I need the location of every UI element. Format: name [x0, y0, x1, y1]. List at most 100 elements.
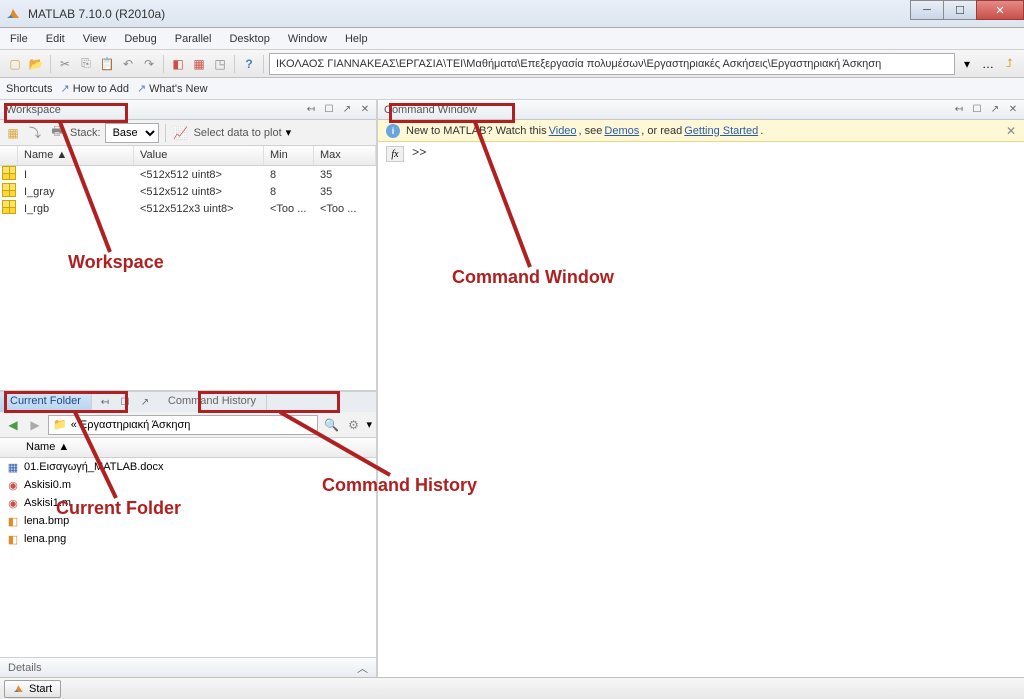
shortcut-icon: ↗ [60, 83, 69, 95]
plot-label[interactable]: Select data to plot [194, 127, 282, 139]
titlebar: MATLAB 7.10.0 (R2010a) ─ ☐ ✕ [0, 0, 1024, 28]
demos-link[interactable]: Demos [604, 125, 639, 137]
col-header-min[interactable]: Min [264, 146, 314, 165]
menu-help[interactable]: Help [345, 33, 368, 45]
annotation-box [389, 103, 515, 123]
gear-icon[interactable]: ⚙ [344, 416, 362, 434]
m-file-icon: ◉ [6, 478, 20, 492]
menu-window[interactable]: Window [288, 33, 327, 45]
variable-icon [2, 183, 16, 197]
workspace-row[interactable]: I <512x512 uint8> 8 35 [0, 166, 376, 183]
shortcut-howtoadd[interactable]: ↗How to Add [60, 82, 128, 95]
getting-started-link[interactable]: Getting Started [684, 125, 758, 137]
window-title: MATLAB 7.10.0 (R2010a) [28, 7, 165, 21]
m-file-icon: ◉ [6, 496, 20, 510]
matlab-icon [13, 683, 25, 695]
shortcut-whatsnew[interactable]: ↗What's New [137, 82, 208, 95]
stack-select[interactable]: Base [105, 123, 159, 143]
col-header-name[interactable]: Name ▲ [18, 146, 134, 165]
workspace-row[interactable]: I_rgb <512x512x3 uint8> <Too ... <Too ..… [0, 200, 376, 217]
panel-close-icon[interactable]: ✕ [358, 103, 372, 117]
up-folder-icon[interactable]: ⮥ [1000, 55, 1018, 73]
panel-close-icon[interactable]: ✕ [1006, 103, 1020, 117]
panel-maximize-icon[interactable]: ↗ [138, 395, 152, 409]
panel-expand-icon[interactable]: ↤ [952, 103, 966, 117]
guide-icon[interactable]: ▦ [190, 55, 208, 73]
info-banner: i New to MATLAB? Watch this Video , see … [378, 120, 1024, 142]
open-folder-icon[interactable]: 📂 [27, 55, 45, 73]
plot-icon[interactable]: 📈 [172, 124, 190, 142]
panel-maximize-icon[interactable]: ↗ [988, 103, 1002, 117]
current-folder-breadcrumb[interactable]: 📁 « Εργαστηριακή Άσκηση [48, 415, 318, 435]
file-row[interactable]: ◉ Askisi0.m [0, 476, 376, 494]
toolbar: ▢ 📂 ✂ ⎘ 📋 ↶ ↷ ◧ ▦ ◳ ? ▾ … ⮥ [0, 50, 1024, 78]
image-icon: ◧ [6, 532, 20, 546]
matlab-icon [6, 6, 22, 22]
search-icon[interactable]: 🔍 [322, 416, 340, 434]
menu-edit[interactable]: Edit [46, 33, 65, 45]
menu-parallel[interactable]: Parallel [175, 33, 212, 45]
path-dropdown-icon[interactable]: ▾ [958, 55, 976, 73]
workspace-toolbar: ▦ ⤵ 🖶 Stack: Base 📈 Select data to plot … [0, 120, 376, 146]
workspace-row[interactable]: I_gray <512x512 uint8> 8 35 [0, 183, 376, 200]
stack-label: Stack: [70, 127, 101, 139]
maximize-button[interactable]: ☐ [943, 0, 977, 20]
panel-dock-icon[interactable]: ☐ [970, 103, 984, 117]
details-bar[interactable]: Details ︿ [0, 657, 376, 677]
file-row[interactable]: ▦ 01.Εισαγωγή_MATLAB.docx [0, 458, 376, 476]
fx-button[interactable]: fx [386, 146, 404, 162]
cut-icon[interactable]: ✂ [56, 55, 74, 73]
forward-icon[interactable]: ▶ [26, 416, 44, 434]
minimize-button[interactable]: ─ [910, 0, 944, 20]
annotation-box [4, 103, 128, 123]
print-icon[interactable]: 🖶 [48, 124, 66, 142]
current-folder-path[interactable] [269, 53, 955, 75]
image-icon: ◧ [6, 514, 20, 528]
separator [165, 124, 166, 142]
scope-icon[interactable]: ▦ [4, 124, 22, 142]
dropdown-icon[interactable]: ▾ [366, 418, 372, 431]
col-header-value[interactable]: Value [134, 146, 264, 165]
menu-file[interactable]: File [10, 33, 28, 45]
panel-expand-icon[interactable]: ↤ [304, 103, 318, 117]
undo-icon[interactable]: ↶ [119, 55, 137, 73]
panel-maximize-icon[interactable]: ↗ [340, 103, 354, 117]
close-banner-icon[interactable]: ✕ [1006, 124, 1016, 138]
help-icon[interactable]: ? [240, 55, 258, 73]
dropdown-icon[interactable]: ▾ [286, 126, 292, 139]
profiler-icon[interactable]: ◳ [211, 55, 229, 73]
command-window-body[interactable]: fx >> [378, 142, 1024, 677]
current-folder-bar: ◀ ▶ 📁 « Εργαστηριακή Άσκηση 🔍 ⚙ ▾ [0, 412, 376, 438]
close-button[interactable]: ✕ [976, 0, 1024, 20]
statusbar: Start [0, 677, 1024, 699]
paste-icon[interactable]: 📋 [98, 55, 116, 73]
variable-icon [2, 200, 16, 214]
col-header-filename[interactable]: Name ▲ [20, 438, 376, 457]
menu-desktop[interactable]: Desktop [229, 33, 269, 45]
chevron-up-icon: ︿ [357, 660, 368, 676]
browse-icon[interactable]: … [979, 55, 997, 73]
annotation-label: Workspace [68, 252, 164, 273]
panel-dock-icon[interactable]: ☐ [322, 103, 336, 117]
separator [50, 55, 51, 73]
annotation-box [198, 391, 340, 413]
copy-icon[interactable]: ⎘ [77, 55, 95, 73]
separator [234, 55, 235, 73]
import-icon[interactable]: ⤵ [26, 124, 44, 142]
file-row[interactable]: ◧ lena.png [0, 530, 376, 548]
window-controls: ─ ☐ ✕ [911, 0, 1024, 20]
menu-debug[interactable]: Debug [124, 33, 156, 45]
separator [263, 55, 264, 73]
docx-icon: ▦ [6, 460, 20, 474]
start-button[interactable]: Start [4, 680, 61, 698]
redo-icon[interactable]: ↷ [140, 55, 158, 73]
simulink-icon[interactable]: ◧ [169, 55, 187, 73]
annotation-box [4, 391, 128, 413]
info-icon: i [386, 124, 400, 138]
video-link[interactable]: Video [549, 125, 577, 137]
menu-view[interactable]: View [83, 33, 107, 45]
file-list: Name ▲ ▦ 01.Εισαγωγή_MATLAB.docx ◉ Askis… [0, 438, 376, 657]
new-file-icon[interactable]: ▢ [6, 55, 24, 73]
col-header-max[interactable]: Max [314, 146, 376, 165]
back-icon[interactable]: ◀ [4, 416, 22, 434]
